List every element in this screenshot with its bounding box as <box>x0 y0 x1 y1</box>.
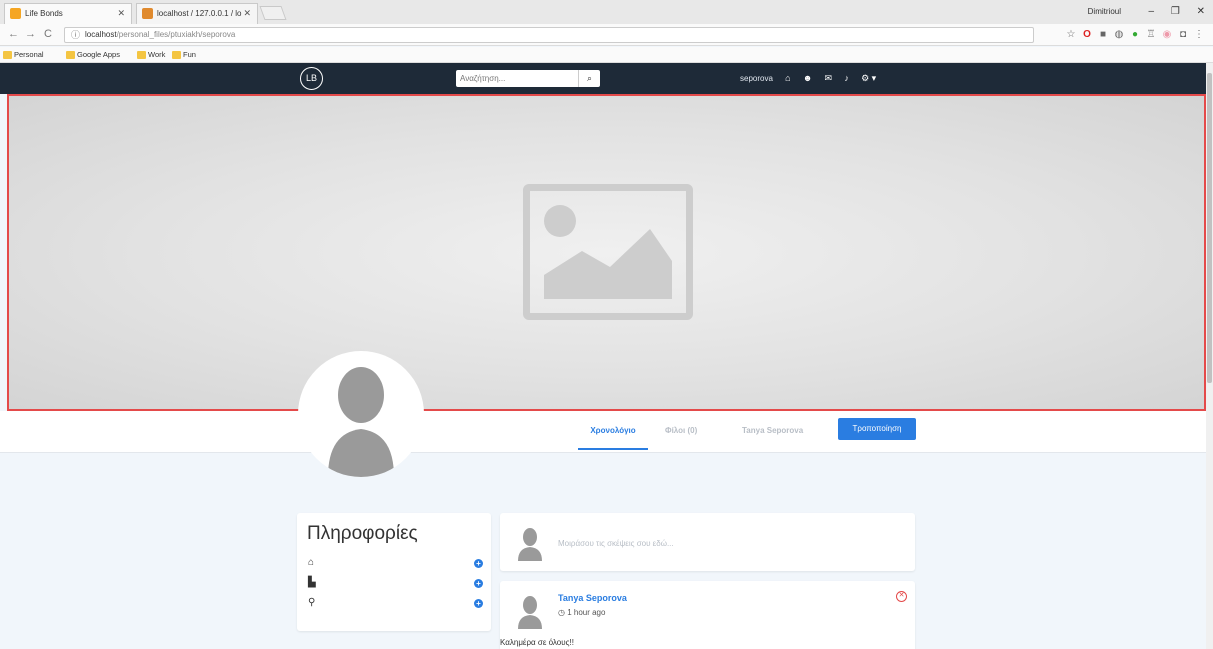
info-card: Πληροφορίες ⌂ + ▙ + ⚲ + <box>297 513 491 631</box>
navbar-right: seporova ⌂ ☻ ✉ ♪ ⚙ ▾ <box>740 73 876 84</box>
search-icon[interactable]: ⌕ <box>578 70 600 87</box>
evernote-icon[interactable]: ● <box>1127 29 1143 40</box>
window-controls: – ❐ ✕ <box>1135 6 1205 17</box>
tab-close-icon[interactable]: ✕ <box>117 4 125 23</box>
city-icon: ▙ <box>308 577 316 588</box>
tab-timeline[interactable]: Χρονολόγιο <box>578 426 648 450</box>
castle-icon[interactable]: ♖ <box>1143 29 1159 40</box>
menu-icon[interactable]: ⋮ <box>1191 29 1207 40</box>
add-city-button[interactable]: + <box>474 579 483 588</box>
search-box: ⌕ <box>456 70 600 87</box>
reload-button[interactable]: C <box>44 28 52 40</box>
url-path: /personal_files/ptuxiakh/seporova <box>116 30 236 39</box>
folder-icon <box>172 51 181 59</box>
profile-avatar[interactable] <box>298 351 424 477</box>
forward-button[interactable]: → <box>25 28 36 40</box>
composer-avatar-icon <box>518 528 542 561</box>
profile-tabs-bar: Χρονολόγιο Φίλοι (0) Tanya Seporova Τροπ… <box>0 411 1213 453</box>
messages-icon[interactable]: ✉ <box>825 73 833 84</box>
favicon-icon <box>142 8 153 19</box>
square-icon[interactable]: ■ <box>1095 29 1111 40</box>
bookmark-work[interactable]: Work <box>137 50 165 60</box>
location-pin-icon: ⚲ <box>308 597 316 608</box>
tab-about-name[interactable]: Tanya Seporova <box>742 426 803 435</box>
post-card: Tanya Seporova ◷ 1 hour ago ✕ Καλημέρα σ… <box>500 581 915 649</box>
tab-title: localhost / 127.0.0.1 / lo <box>157 9 242 18</box>
edit-profile-button[interactable]: Τροποποίηση <box>838 418 916 440</box>
bookmark-label: Personal <box>14 50 44 59</box>
tab-strip: Life Bonds ✕ localhost / 127.0.0.1 / lo … <box>0 0 1213 24</box>
bookmark-google-apps[interactable]: Google Apps <box>66 50 120 60</box>
scrollbar-thumb[interactable] <box>1207 73 1212 383</box>
username-link[interactable]: seporova <box>740 74 773 83</box>
tab-life-bonds[interactable]: Life Bonds ✕ <box>4 3 132 24</box>
pocket-icon[interactable]: ◘ <box>1175 29 1191 40</box>
address-bar-row: ← → C ⓘ localhost/personal_files/ptuxiak… <box>0 24 1213 46</box>
post-time-text: 1 hour ago <box>567 608 606 617</box>
add-institution-button[interactable]: + <box>474 559 483 568</box>
post-body: Καλημέρα σε όλους!! <box>500 638 574 647</box>
globe-icon[interactable]: ◍ <box>1111 29 1127 40</box>
chrome-icon[interactable]: ◉ <box>1159 29 1175 40</box>
bookmark-label: Work <box>148 50 166 59</box>
post-composer[interactable]: Μοιράσου τις σκέψεις σου εδώ... <box>500 513 915 571</box>
browser-window: Life Bonds ✕ localhost / 127.0.0.1 / lo … <box>0 0 1213 649</box>
composer-placeholder[interactable]: Μοιράσου τις σκέψεις σου εδώ... <box>558 539 674 548</box>
search-input[interactable] <box>456 70 578 87</box>
site-logo[interactable]: LB <box>300 67 323 90</box>
info-row-city: ▙ + <box>308 577 483 593</box>
back-button[interactable]: ← <box>8 28 19 40</box>
notifications-icon[interactable]: ♪ <box>844 73 849 83</box>
post-author[interactable]: Tanya Seporova <box>558 593 627 603</box>
site-navbar: LB ⌕ seporova ⌂ ☻ ✉ ♪ ⚙ ▾ <box>0 63 1213 94</box>
folder-icon <box>137 51 146 59</box>
info-row-institution: ⌂ + <box>308 557 483 573</box>
tab-friends[interactable]: Φίλοι (0) <box>665 426 697 435</box>
friends-icon[interactable]: ☻ <box>803 73 812 83</box>
bookmark-fun[interactable]: Fun <box>172 50 196 60</box>
delete-post-icon[interactable]: ✕ <box>896 591 907 602</box>
tab-title: Life Bonds <box>25 9 63 18</box>
post-avatar-icon <box>518 596 542 629</box>
info-title: Πληροφορίες <box>307 523 418 544</box>
folder-icon <box>3 51 12 59</box>
page-scrollbar[interactable] <box>1206 63 1213 649</box>
institution-icon: ⌂ <box>308 557 315 568</box>
avatar-silhouette-icon <box>328 367 394 477</box>
cover-photo[interactable] <box>7 94 1206 411</box>
maximize-button[interactable]: ❐ <box>1171 6 1180 17</box>
add-location-button[interactable]: + <box>474 599 483 608</box>
profile-name[interactable]: Dimitrioul <box>1088 7 1121 16</box>
extension-toolbar: ☆ O ■ ◍ ● ♖ ◉ ◘ ⋮ <box>1063 29 1207 40</box>
home-icon[interactable]: ⌂ <box>785 73 790 83</box>
tab-localhost[interactable]: localhost / 127.0.0.1 / lo ✕ <box>136 3 258 24</box>
bookmark-personal[interactable]: Personal <box>3 50 44 60</box>
opera-icon[interactable]: O <box>1079 29 1095 40</box>
favicon-icon <box>10 8 21 19</box>
url-host: localhost <box>85 30 117 39</box>
info-row-location: ⚲ + <box>308 597 483 613</box>
star-icon[interactable]: ☆ <box>1063 29 1079 40</box>
image-placeholder-icon <box>523 184 693 320</box>
info-icon[interactable]: ⓘ <box>71 28 80 42</box>
bookmarks-bar: Personal Google Apps Work Fun <box>0 47 1213 63</box>
folder-icon <box>66 51 75 59</box>
new-tab-button[interactable] <box>259 6 287 20</box>
clock-icon: ◷ <box>558 608 568 617</box>
placeholder-mountains <box>544 229 672 299</box>
settings-icon[interactable]: ⚙ ▾ <box>861 73 876 84</box>
close-window-button[interactable]: ✕ <box>1197 6 1205 17</box>
post-timestamp: ◷ 1 hour ago <box>558 608 605 617</box>
tab-close-icon[interactable]: ✕ <box>243 4 251 23</box>
url-field[interactable]: ⓘ localhost/personal_files/ptuxiakh/sepo… <box>64 27 1034 43</box>
bookmark-label: Google Apps <box>77 50 120 59</box>
minimize-button[interactable]: – <box>1149 6 1155 17</box>
bookmark-label: Fun <box>183 50 196 59</box>
